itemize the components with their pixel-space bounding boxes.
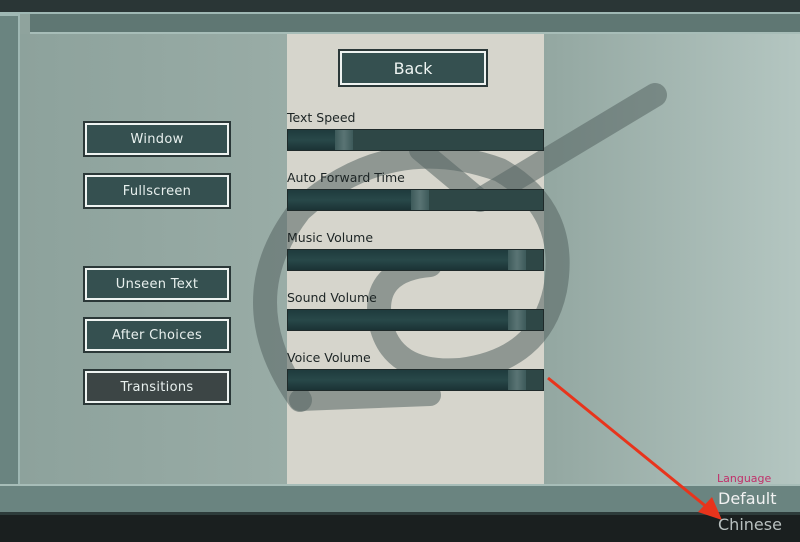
window-button[interactable]: Window (83, 121, 231, 157)
slider-thumb[interactable] (508, 370, 526, 390)
back-button[interactable]: Back (338, 49, 488, 87)
transitions-button[interactable]: Transitions (83, 369, 231, 405)
music-volume-label: Music Volume (287, 230, 374, 245)
slider-thumb[interactable] (411, 190, 429, 210)
language-option-default[interactable]: Default (718, 489, 776, 508)
skip-unseen-text-button[interactable]: Unseen Text (83, 266, 231, 302)
left-border (0, 14, 20, 500)
slider-thumb[interactable] (508, 250, 526, 270)
language-title: Language (717, 472, 772, 485)
sound-volume-label: Sound Volume (287, 290, 377, 305)
right-panel (544, 34, 800, 484)
voice-volume-label: Voice Volume (287, 350, 371, 365)
auto-forward-slider[interactable] (287, 189, 544, 211)
slider-thumb[interactable] (335, 130, 353, 150)
slider-fill (288, 130, 335, 150)
slider-fill (288, 310, 508, 330)
slider-fill (288, 250, 508, 270)
voice-volume-slider[interactable] (287, 369, 544, 391)
bottom-border (0, 484, 800, 515)
skip-after-choices-button[interactable]: After Choices (83, 317, 231, 353)
music-volume-slider[interactable] (287, 249, 544, 271)
auto-forward-label: Auto Forward Time (287, 170, 405, 185)
top-inner-border (30, 14, 800, 34)
slider-thumb[interactable] (508, 310, 526, 330)
sound-volume-slider[interactable] (287, 309, 544, 331)
language-option-chinese[interactable]: Chinese (718, 515, 782, 534)
slider-fill (288, 370, 508, 390)
fullscreen-button[interactable]: Fullscreen (83, 173, 231, 209)
text-speed-slider[interactable] (287, 129, 544, 151)
left-panel (20, 34, 287, 484)
top-border (0, 0, 800, 14)
text-speed-label: Text Speed (287, 110, 356, 125)
slider-fill (288, 190, 411, 210)
